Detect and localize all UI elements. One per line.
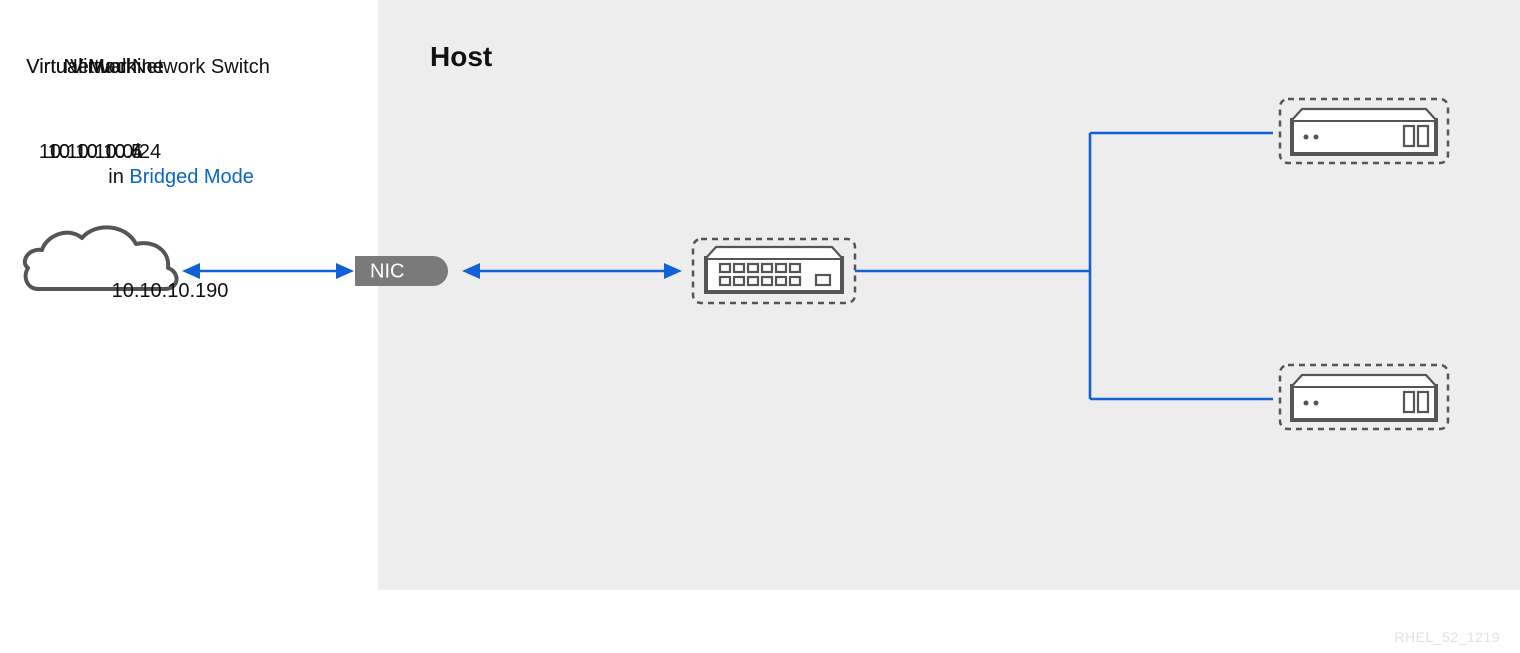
watermark-text: RHEL_52_1219 bbox=[1394, 629, 1500, 645]
host-background bbox=[378, 0, 1520, 590]
vm2-label: Virtual Machine bbox=[0, 54, 190, 81]
vm2-ip: 10.10.10.5 bbox=[0, 139, 190, 166]
switch-ip: 10.10.10.190 bbox=[0, 278, 340, 305]
vm2-label-block: Virtual Machine 10.10.10.5 bbox=[0, 0, 190, 193]
host-title: Host bbox=[430, 41, 492, 73]
